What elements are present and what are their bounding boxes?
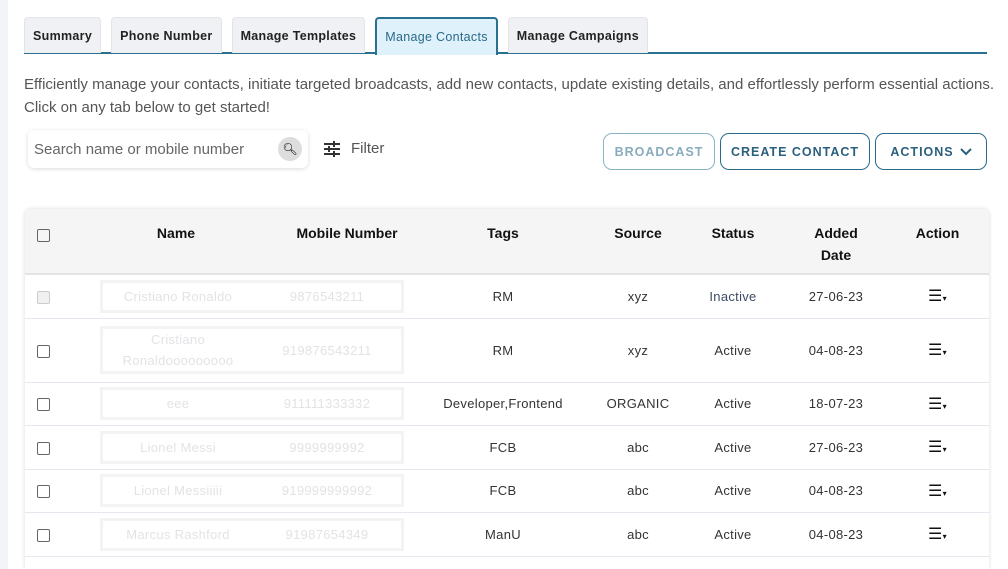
contact-added-date: 04-08-23 bbox=[786, 318, 886, 383]
table-row: eee 911111333332 Developer,Frontend ORGAN… bbox=[25, 382, 989, 426]
header-action: Action bbox=[886, 209, 989, 275]
contact-name-mobile: Cristiano Ronaldo 9876543211 bbox=[100, 279, 404, 313]
contact-mobile: 911111333332 bbox=[283, 396, 371, 411]
row-checkbox[interactable] bbox=[37, 344, 50, 358]
contact-mobile: 9999999992 bbox=[289, 439, 365, 455]
broadcast-button[interactable]: BROADCAST bbox=[603, 133, 715, 170]
search-input[interactable] bbox=[34, 140, 269, 158]
row-checkbox[interactable] bbox=[37, 398, 50, 412]
contact-tags: RM bbox=[410, 318, 596, 383]
contact-tags: Developer,Frontend bbox=[410, 382, 596, 426]
contact-source: xyz bbox=[596, 318, 680, 383]
actions-button[interactable]: ACTIONS bbox=[875, 133, 987, 170]
row-checkbox[interactable] bbox=[37, 441, 50, 455]
tab-manage-templates[interactable]: Manage Templates bbox=[231, 17, 366, 53]
filter-label: Filter bbox=[351, 140, 385, 157]
contact-source: ORGANIC bbox=[596, 382, 680, 426]
header-mobile: Mobile Number bbox=[290, 209, 410, 275]
row-menu-icon[interactable]: ☰▾ bbox=[928, 342, 947, 359]
contact-source: abc bbox=[596, 469, 680, 513]
contact-status: Active bbox=[680, 469, 786, 513]
table-row: Cristiano Ronaldooooooooo 919876543211 RM… bbox=[25, 318, 989, 383]
tab-summary[interactable]: Summary bbox=[24, 17, 102, 53]
page-description: Efficiently manage your contacts, initia… bbox=[24, 76, 994, 116]
contact-name-mobile: Cristiano Ronaldooooooooo 919876543211 bbox=[100, 326, 404, 374]
contact-name: Lionel Messiiiii bbox=[133, 483, 223, 498]
contact-source: abc bbox=[596, 512, 680, 557]
contact-tags: RM bbox=[410, 274, 596, 319]
contact-status: Active bbox=[680, 512, 786, 557]
contact-tags: FCB bbox=[410, 469, 596, 513]
row-menu-icon[interactable]: ☰▾ bbox=[928, 439, 947, 456]
contact-name: Cristiano Ronaldo bbox=[123, 288, 233, 304]
row-menu-icon[interactable]: ☰▾ bbox=[928, 288, 947, 305]
header-name-label: Name bbox=[156, 225, 196, 241]
row-checkbox[interactable] bbox=[37, 485, 50, 499]
actions-label: ACTIONS bbox=[890, 144, 954, 159]
row-checkbox bbox=[37, 290, 50, 304]
header-name[interactable]: Name^ bbox=[62, 209, 299, 275]
contact-name: Lionel Messi bbox=[140, 439, 216, 455]
table-row: Lionel Messiiiii 919999999992 FCB abc Act… bbox=[25, 469, 989, 513]
contact-source: abc bbox=[596, 425, 680, 470]
contact-source: xyz bbox=[596, 274, 680, 319]
contact-mobile: 919999999992 bbox=[281, 483, 373, 498]
contact-name-mobile: Lionel Messiiiii 919999999992 bbox=[100, 474, 404, 507]
contacts-table: Name^ Mobile Number Tags Source Status A… bbox=[25, 209, 989, 569]
table-row: Cristiano Ronaldo 9876543211 RM xyz Inact… bbox=[25, 274, 989, 319]
tab-manage-contacts[interactable]: Manage Contacts bbox=[375, 17, 498, 55]
table-row: Marcus Rashford 91987654349 ManU abc Acti… bbox=[25, 512, 989, 557]
page-edge bbox=[0, 0, 8, 569]
contact-added-date: 27-06-23 bbox=[786, 425, 886, 470]
contact-tags: FCB bbox=[410, 425, 596, 470]
table-row: Lionel Messi 9999999992 FCB abc Active 27… bbox=[25, 425, 989, 470]
search-box: 🔍︎ bbox=[28, 130, 308, 168]
sliders-icon bbox=[324, 140, 340, 157]
tab-phone-number[interactable]: Phone Number bbox=[111, 17, 222, 53]
header-tags: Tags bbox=[410, 209, 596, 275]
contact-tags: ManU bbox=[410, 512, 596, 557]
create-contact-button[interactable]: CREATE CONTACT bbox=[720, 133, 870, 170]
filter-button[interactable]: Filter bbox=[323, 140, 384, 157]
contact-added-date: 04-08-23 bbox=[786, 512, 886, 557]
contact-name-mobile: Marcus Rashford 91987654349 bbox=[100, 517, 404, 551]
contact-added-date: 27-06-23 bbox=[786, 274, 886, 319]
contact-added-date: 18-07-23 bbox=[786, 382, 886, 426]
contact-name: Cristiano Ronaldooooooooo bbox=[122, 332, 234, 368]
search-icon[interactable]: 🔍︎ bbox=[278, 137, 302, 161]
contact-status: Active bbox=[680, 425, 786, 470]
header-source: Source bbox=[596, 209, 680, 275]
contact-name: eee bbox=[166, 396, 190, 411]
row-menu-icon[interactable]: ☰▾ bbox=[928, 526, 947, 543]
contact-status: Active bbox=[680, 318, 786, 383]
contact-added-date: 04-08-23 bbox=[786, 469, 886, 513]
contact-name-mobile: eee 911111333332 bbox=[100, 387, 404, 420]
row-checkbox[interactable] bbox=[37, 528, 50, 542]
contact-name-mobile: Lionel Messi 9999999992 bbox=[100, 430, 404, 464]
contact-mobile: 91987654349 bbox=[285, 526, 369, 542]
row-menu-icon[interactable]: ☰▾ bbox=[928, 483, 947, 500]
select-all-checkbox[interactable] bbox=[37, 228, 50, 242]
contact-status: Active bbox=[680, 382, 786, 426]
tab-bar: Summary Phone Number Manage Templates Ma… bbox=[24, 17, 987, 55]
contact-mobile: 919876543211 bbox=[282, 342, 372, 358]
header-added-date: Added Date bbox=[786, 209, 886, 275]
contact-status: Inactive bbox=[680, 274, 786, 319]
tab-manage-campaigns[interactable]: Manage Campaigns bbox=[507, 17, 648, 53]
header-status: Status bbox=[680, 209, 786, 275]
contact-mobile: 9876543211 bbox=[289, 288, 365, 304]
contact-name: Marcus Rashford bbox=[126, 526, 230, 542]
chevron-down-icon bbox=[959, 147, 972, 155]
row-menu-icon[interactable]: ☰▾ bbox=[928, 396, 947, 413]
